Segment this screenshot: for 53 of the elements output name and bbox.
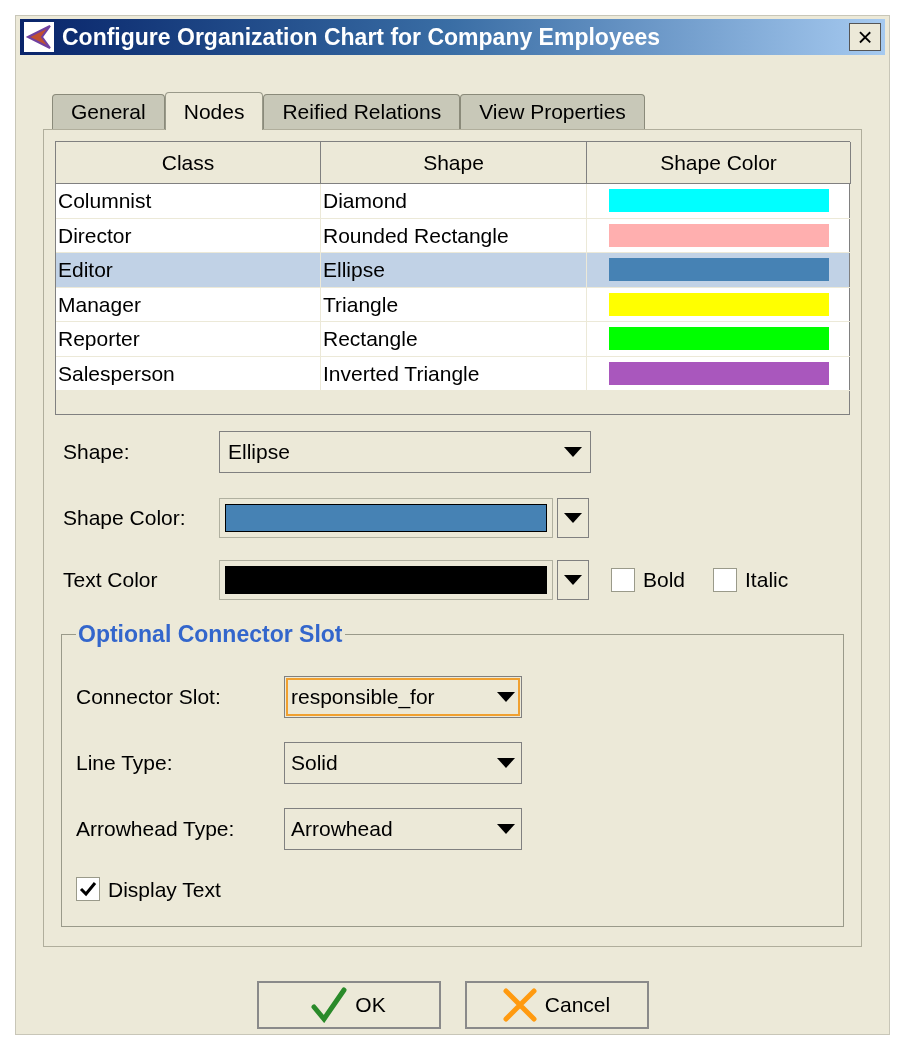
field-label: Text Color <box>63 567 159 594</box>
tab[interactable]: General <box>52 94 165 129</box>
checkbox[interactable]: Bold <box>611 564 686 596</box>
dropdown[interactable]: Solid <box>284 741 522 784</box>
table-row[interactable]: Columnist Diamond <box>56 184 849 219</box>
table-cell: Inverted Triangle <box>321 356 587 391</box>
table-row[interactable]: Reporter Rectangle <box>56 322 849 357</box>
checkmark-icon <box>79 881 97 898</box>
table-row[interactable]: Manager Triangle <box>56 287 849 322</box>
caret-icon <box>497 691 515 702</box>
tab[interactable]: Reified Relations <box>263 94 461 129</box>
table-cell: Rectangle <box>321 322 587 357</box>
color-field[interactable] <box>219 560 553 600</box>
dropdown[interactable]: Arrowhead <box>284 807 522 850</box>
tab[interactable]: Nodes <box>164 92 264 130</box>
table-cell: Diamond <box>321 184 587 219</box>
tab[interactable]: View Properties <box>460 94 645 129</box>
field-label: Shape: <box>63 439 131 466</box>
dropdown-button[interactable] <box>557 498 589 538</box>
color-field[interactable] <box>219 498 553 538</box>
ok-button[interactable]: OK <box>256 981 441 1029</box>
column-header[interactable]: Shape Color <box>587 142 851 184</box>
caret-icon <box>564 513 582 523</box>
field-label: Shape Color: <box>63 505 187 532</box>
table-row[interactable]: Editor Ellipse <box>56 253 849 288</box>
field-label: Arrowhead Type: <box>76 815 236 842</box>
checkmark-icon <box>311 987 348 1023</box>
field-label: Connector Slot: <box>76 683 222 710</box>
dropdown-button[interactable] <box>557 560 589 600</box>
window-title: Configure Organization Chart for Company Employees <box>62 22 662 52</box>
field-label: Line Type: <box>76 749 174 776</box>
shape-dropdown[interactable]: Ellipse <box>219 431 591 473</box>
cancel-button[interactable]: Cancel <box>464 981 649 1029</box>
dropdown[interactable]: responsible_for <box>284 675 522 718</box>
caret-icon <box>564 447 582 457</box>
table-cell: Editor <box>56 253 321 288</box>
table-cell: Salesperson <box>56 356 321 391</box>
group-title: Optional Connector Slot <box>77 620 344 649</box>
caret-icon <box>564 575 582 585</box>
table-row[interactable]: Salesperson Inverted Triangle <box>56 356 849 391</box>
close-button[interactable]: × <box>849 23 881 51</box>
caret-icon <box>497 757 515 768</box>
column-header[interactable]: Class <box>56 142 321 184</box>
table-cell: Ellipse <box>321 253 587 288</box>
app-icon <box>24 22 54 52</box>
table-row[interactable]: Director Rounded Rectangle <box>56 218 849 253</box>
checkbox[interactable]: Italic <box>713 564 789 596</box>
table-cell: Columnist <box>56 184 321 219</box>
checkbox[interactable]: Display Text <box>76 873 829 905</box>
cross-icon <box>502 988 537 1022</box>
table-cell: Reporter <box>56 322 321 357</box>
caret-icon <box>497 823 515 834</box>
column-header[interactable]: Shape <box>321 142 587 184</box>
